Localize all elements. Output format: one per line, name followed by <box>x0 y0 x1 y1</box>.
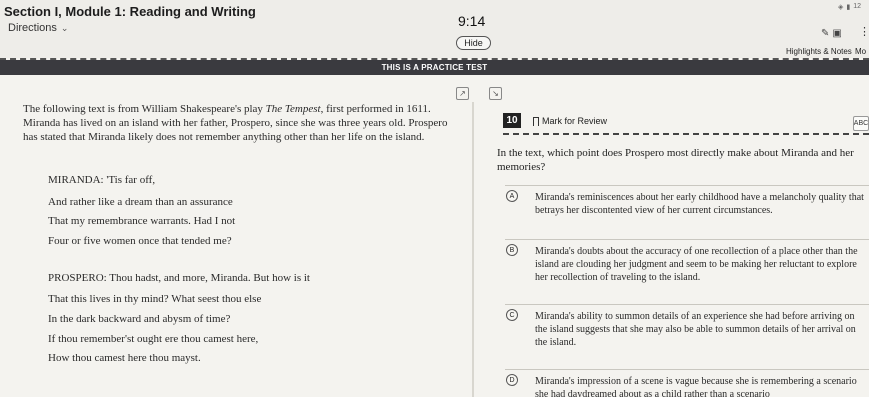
passage-line: If thou remember'st ought ere thou cames… <box>48 333 259 345</box>
practice-test-banner: THIS IS A PRACTICE TEST <box>0 60 869 75</box>
mark-for-review-button[interactable]: Mark for Review <box>533 116 608 129</box>
passage-line: That this lives in thy mind? What seest … <box>48 293 262 305</box>
directions-toggle[interactable]: Directions ⌄ <box>8 22 68 34</box>
note-icon: ▣ <box>832 28 842 39</box>
highlights-notes-label: Highlights & Notes <box>786 47 852 56</box>
option-text: Miranda's ability to summon details of a… <box>535 311 856 348</box>
passage-line: MIRANDA: 'Tis far off, <box>48 174 156 186</box>
section-title: Section I, Module 1: Reading and Writing <box>4 4 256 19</box>
option-letter: A <box>506 190 518 202</box>
question-divider <box>503 133 869 135</box>
bookmark-icon <box>533 116 539 129</box>
passage-line: How thou camest here thou mayst. <box>48 352 201 364</box>
pane-divider[interactable] <box>472 102 474 397</box>
question-stem: In the text, which point does Prospero m… <box>497 147 854 173</box>
answer-option-b[interactable]: B Miranda's doubts about the accuracy of… <box>505 239 869 284</box>
battery-icon: ▮ <box>846 4 851 11</box>
passage-line: In the dark backward and abysm of time? <box>48 313 231 325</box>
option-letter: B <box>506 244 518 256</box>
battery-level: 12 <box>853 3 862 10</box>
option-text: Miranda's reminiscences about her early … <box>535 192 864 216</box>
work-title: The Tempest <box>265 103 321 115</box>
passage-line: And rather like a dream than an assuranc… <box>48 196 233 208</box>
question-number: 10 <box>503 113 521 128</box>
answer-option-c[interactable]: C Miranda's ability to summon details of… <box>505 304 869 349</box>
top-toolbar: Section I, Module 1: Reading and Writing… <box>0 0 869 58</box>
expand-left-icon[interactable]: ↗ <box>456 87 469 100</box>
passage-line: PROSPERO: Thou hadst, and more, Miranda.… <box>48 272 310 284</box>
option-letter: C <box>506 309 518 321</box>
pen-icon: ✎ <box>821 28 830 39</box>
directions-label: Directions <box>8 22 57 34</box>
wifi-icon: ◈ <box>838 4 844 11</box>
status-bar: ◈ ▮ 12 <box>838 3 861 11</box>
option-text: Miranda's impression of a scene is vague… <box>535 376 857 397</box>
hide-timer-button[interactable]: Hide <box>456 36 491 50</box>
option-text: Miranda's doubts about the accuracy of o… <box>535 246 858 283</box>
answer-option-d[interactable]: D Miranda's impression of a scene is vag… <box>505 369 869 397</box>
option-letter: D <box>506 374 518 386</box>
answer-option-a[interactable]: A Miranda's reminiscences about her earl… <box>505 185 869 217</box>
passage-line: Four or five women once that tended me? <box>48 235 232 247</box>
more-label: Mo <box>855 47 867 56</box>
highlights-notes-button[interactable]: ✎ ▣ <box>821 28 842 39</box>
expand-right-icon[interactable]: ↘ <box>489 87 502 100</box>
passage-line: That my remembrance warrants. Had I not <box>48 215 236 227</box>
timer: 9:14 <box>458 13 486 29</box>
mark-for-review-label: Mark for Review <box>542 116 608 126</box>
chevron-down-icon: ⌄ <box>60 22 69 33</box>
passage-intro: The following text is from William Shake… <box>23 103 448 143</box>
answer-eliminator-button[interactable]: ABC <box>853 116 869 131</box>
more-menu-icon[interactable]: ⋮ <box>859 27 869 38</box>
